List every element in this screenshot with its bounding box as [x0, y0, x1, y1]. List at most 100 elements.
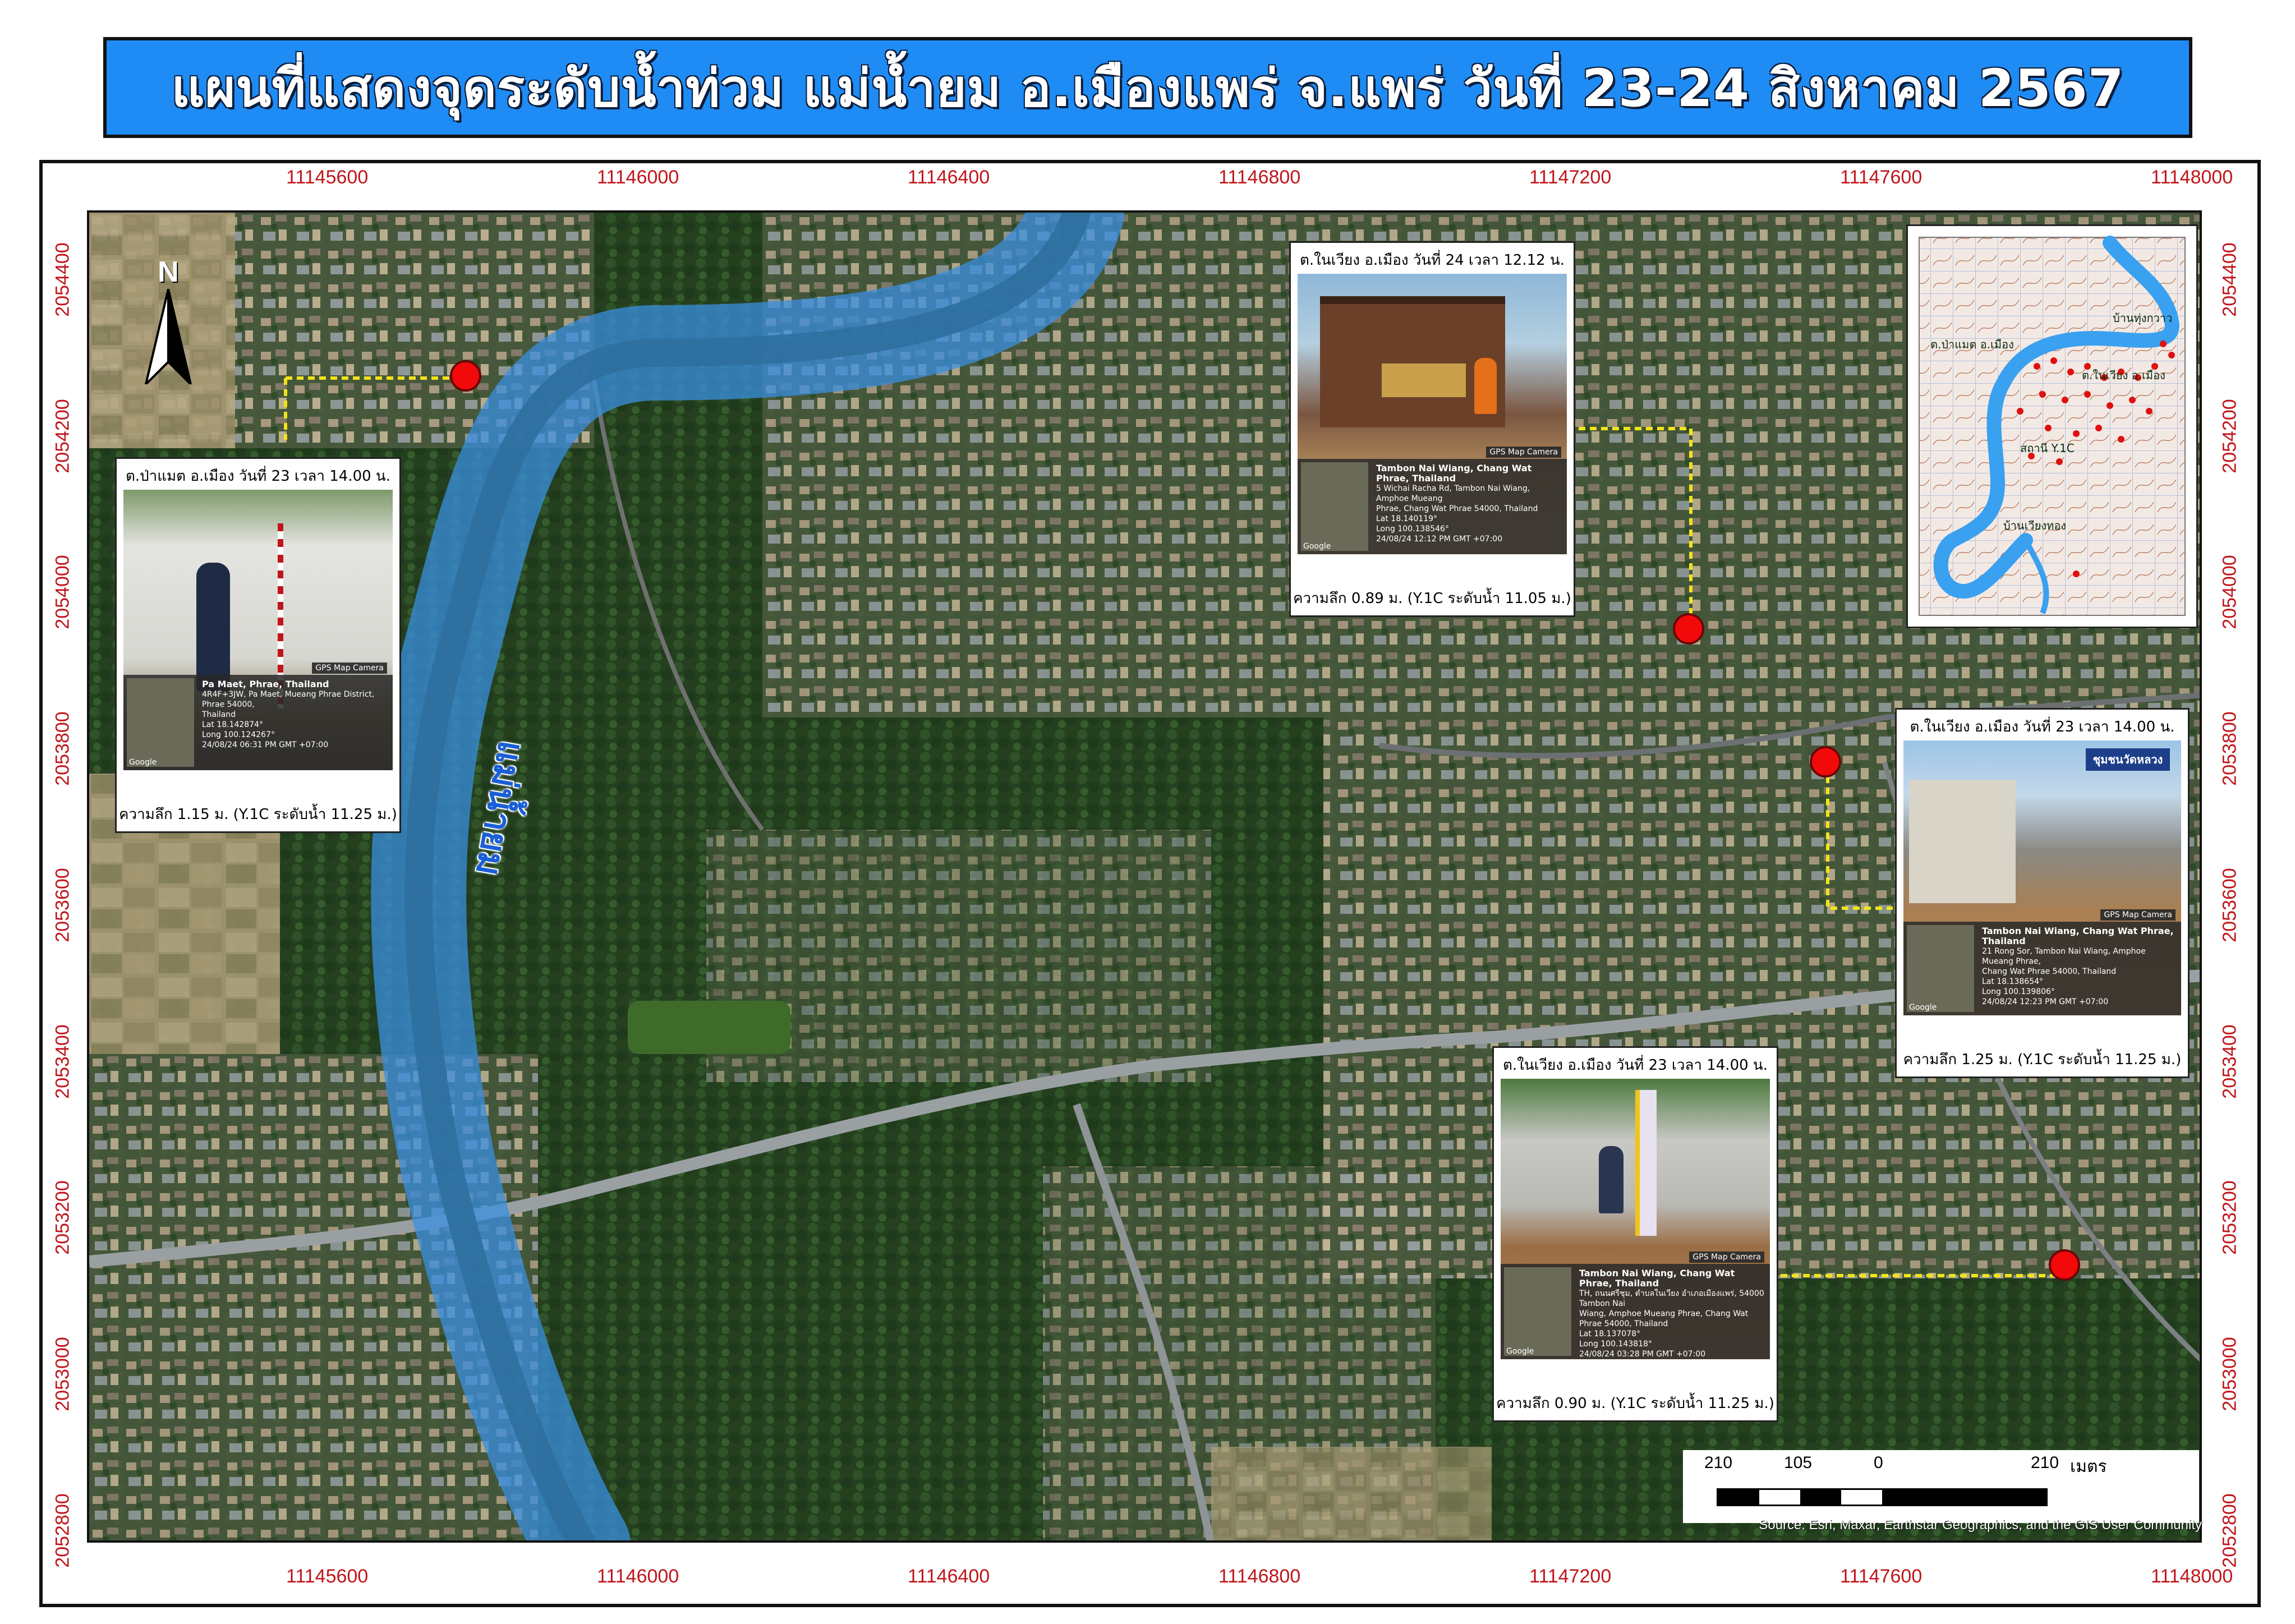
- inset-label: บ้านเวียงทอง: [2003, 519, 2067, 532]
- callout-nai-wiang-23-south: ต.ในเวียง อ.เมือง วันที่ 23 เวลา 14.00 น…: [1492, 1046, 1778, 1422]
- google-logo: Google: [1303, 542, 1331, 551]
- inset-label: สถานี Y.1C: [2020, 441, 2075, 455]
- callout-nai-wiang-23-east: ต.ในเวียง อ.เมือง วันที่ 23 เวลา 14.00 น…: [1895, 708, 2190, 1078]
- gps-line: Phrae, Chang Wat Phrae 54000, Thailand: [1376, 504, 1538, 513]
- y-tick-right: 2054200: [2219, 398, 2241, 473]
- y-tick-left: 2053000: [52, 1336, 73, 1411]
- gps-line: Long 100.139806°: [1982, 987, 2055, 997]
- gps-line: Lat 18.138654°: [1982, 977, 2044, 987]
- person-figure: [1474, 358, 1497, 414]
- callout-caption-bottom: ความลึก 0.89 ม. (Y.1C ระดับน้ำ 11.05 ม.): [1293, 590, 1571, 607]
- gps-overlay: GPS Map Camera Pa Maet, Phrae, Thailand …: [123, 663, 393, 770]
- gps-line: Long 100.143818°: [1579, 1340, 1652, 1349]
- gps-text: Tambon Nai Wiang, Chang Wat Phrae, Thail…: [1982, 926, 2177, 1007]
- satellite-map[interactable]: [87, 210, 2202, 1543]
- y-tick-left: 2053800: [52, 711, 73, 786]
- flood-point-pa-maet[interactable]: [450, 360, 481, 392]
- gps-line: Lat 18.142874°: [202, 720, 264, 729]
- north-arrow-icon: N: [135, 255, 202, 384]
- y-tick-right: 2052800: [2219, 1493, 2241, 1568]
- callout-caption-top: ต.ในเวียง อ.เมือง วันที่ 24 เวลา 12.12 น…: [1300, 252, 1565, 269]
- scale-graduations: [1717, 1488, 2048, 1506]
- x-tick-top: 11147600: [1840, 166, 1923, 188]
- x-tick-top: 11146400: [908, 166, 990, 188]
- gps-tag: GPS Map Camera: [1486, 447, 1561, 458]
- north-label: N: [158, 256, 179, 288]
- gps-line: 21 Rong Sor, Tambon Nai Wiang, Amphoe Mu…: [1982, 947, 2146, 967]
- x-tick-top: 11147200: [1529, 166, 1612, 188]
- y-tick-right: 2053600: [2219, 867, 2241, 942]
- x-tick-top: 11148000: [2151, 166, 2233, 188]
- inset-label: บ้านทุ่งกวาว: [2113, 311, 2173, 325]
- gps-line: 24/08/24 03:28 PM GMT +07:00: [1579, 1350, 1706, 1359]
- y-tick-right: 2053800: [2219, 711, 2241, 786]
- map-imagery: [89, 213, 2200, 1540]
- flood-photo: GPS Map Camera Tambon Nai Wiang, Chang W…: [1501, 1079, 1770, 1359]
- y-tick-left: 2054400: [52, 242, 73, 317]
- scale-label: 105: [1784, 1453, 1813, 1472]
- flood-point-nai-wiang-23-east[interactable]: [1810, 746, 1841, 778]
- gps-line: 24/08/24 12:23 PM GMT +07:00: [1982, 997, 2109, 1007]
- x-tick-bottom: 11147200: [1529, 1565, 1612, 1587]
- person-figure: [1599, 1146, 1623, 1213]
- google-logo: Google: [1909, 1003, 1937, 1012]
- scale-unit: เมตร: [2070, 1457, 2107, 1476]
- y-tick-right: 2054000: [2219, 554, 2241, 629]
- scale-label: 0: [1874, 1453, 1883, 1472]
- scale-label: 210: [2031, 1453, 2059, 1472]
- scale-label: 210: [1704, 1453, 1733, 1472]
- callout-caption-top: ต.ในเวียง อ.เมือง วันที่ 23 เวลา 14.00 น…: [1503, 1057, 1768, 1074]
- x-tick-bottom: 11146800: [1218, 1565, 1301, 1587]
- scale-bar: 210 105 0 210 เมตร: [1683, 1450, 2199, 1523]
- y-tick-right: 2053400: [2219, 1024, 2241, 1099]
- y-tick-left: 2052800: [52, 1493, 73, 1568]
- y-tick-left: 2054000: [52, 554, 73, 629]
- gps-line: Lat 18.137078°: [1579, 1329, 1641, 1338]
- street-sign: ชุมชนวัดหลวง: [2086, 748, 2170, 771]
- callout-caption-bottom: ความลึก 1.15 ม. (Y.1C ระดับน้ำ 11.25 ม.): [119, 806, 397, 823]
- inset-location-map[interactable]: ต.ป่าแมต อ.เมือง ต.ในเวียง อ.เมือง บ้านท…: [1906, 224, 2198, 628]
- x-tick-top: 11145600: [286, 166, 369, 188]
- x-tick-bottom: 11147600: [1840, 1565, 1923, 1587]
- gps-line: 24/08/24 12:12 PM GMT +07:00: [1376, 535, 1503, 544]
- callout-caption-top: ต.ในเวียง อ.เมือง วันที่ 23 เวลา 14.00 น…: [1910, 719, 2175, 735]
- google-logo: Google: [1506, 1347, 1534, 1356]
- gps-mini-map: [1301, 462, 1368, 551]
- y-tick-left: 2053200: [52, 1180, 73, 1255]
- gps-line: Thailand: [202, 710, 236, 719]
- x-tick-bottom: 11146000: [597, 1565, 679, 1587]
- inset-map-graphic: [1919, 236, 2186, 616]
- x-tick-bottom: 11146400: [908, 1565, 990, 1587]
- callout-caption-bottom: ความลึก 1.25 ม. (Y.1C ระดับน้ำ 11.25 ม.): [1903, 1051, 2182, 1068]
- inset-label: ต.ป่าแมต อ.เมือง: [1930, 338, 2014, 351]
- gps-overlay: GPS Map Camera Tambon Nai Wiang, Chang W…: [1903, 909, 2181, 1015]
- building-wall: [1909, 780, 2016, 903]
- callout-caption-top: ต.ป่าแมต อ.เมือง วันที่ 23 เวลา 14.00 น.: [126, 468, 390, 485]
- gps-mini-map: [127, 678, 194, 767]
- gps-text: Tambon Nai Wiang, Chang Wat Phrae, Thail…: [1579, 1268, 1765, 1359]
- gps-tag: GPS Map Camera: [2100, 909, 2176, 921]
- inset-label: ต.ในเวียง อ.เมือง: [2082, 369, 2165, 382]
- gps-place: Tambon Nai Wiang, Chang Wat Phrae, Thail…: [1376, 463, 1532, 484]
- gps-tag: GPS Map Camera: [1689, 1252, 1764, 1263]
- gps-text: Tambon Nai Wiang, Chang Wat Phrae, Thail…: [1376, 463, 1562, 544]
- flood-photo: GPS Map Camera Tambon Nai Wiang, Chang W…: [1298, 274, 1567, 554]
- gps-line: Chang Wat Phrae 54000, Thailand: [1982, 967, 2117, 977]
- imagery-source: Source: Esri, Maxar, Earthstar Geographi…: [1759, 1517, 2202, 1533]
- callout-nai-wiang-24: ต.ในเวียง อ.เมือง วันที่ 24 เวลา 12.12 น…: [1289, 241, 1575, 617]
- gps-place: Pa Maet, Phrae, Thailand: [202, 679, 329, 689]
- y-tick-left: 2053600: [52, 867, 73, 942]
- map-title: แผนที่แสดงจุดระดับน้ำท่วม แม่น้ำยม อ.เมื…: [171, 58, 2124, 118]
- flood-point-nai-wiang-23-south[interactable]: [2049, 1249, 2080, 1281]
- gps-line: Long 100.124267°: [202, 730, 275, 739]
- flood-photo: GPS Map Camera Pa Maet, Phrae, Thailand …: [123, 490, 393, 770]
- gps-mini-map: [1504, 1267, 1571, 1356]
- y-tick-left: 2053400: [52, 1024, 73, 1099]
- gps-line: Wiang, Amphoe Mueang Phrae, Chang Wat Ph…: [1579, 1309, 1749, 1328]
- flood-point-nai-wiang-24[interactable]: [1673, 613, 1704, 645]
- gps-place: Tambon Nai Wiang, Chang Wat Phrae, Thail…: [1982, 926, 2174, 947]
- y-tick-right: 2053000: [2219, 1336, 2241, 1411]
- gps-line: 24/08/24 06:31 PM GMT +07:00: [202, 740, 329, 749]
- gps-line: Lat 18.140119°: [1376, 514, 1438, 523]
- x-tick-top: 11146000: [597, 166, 679, 188]
